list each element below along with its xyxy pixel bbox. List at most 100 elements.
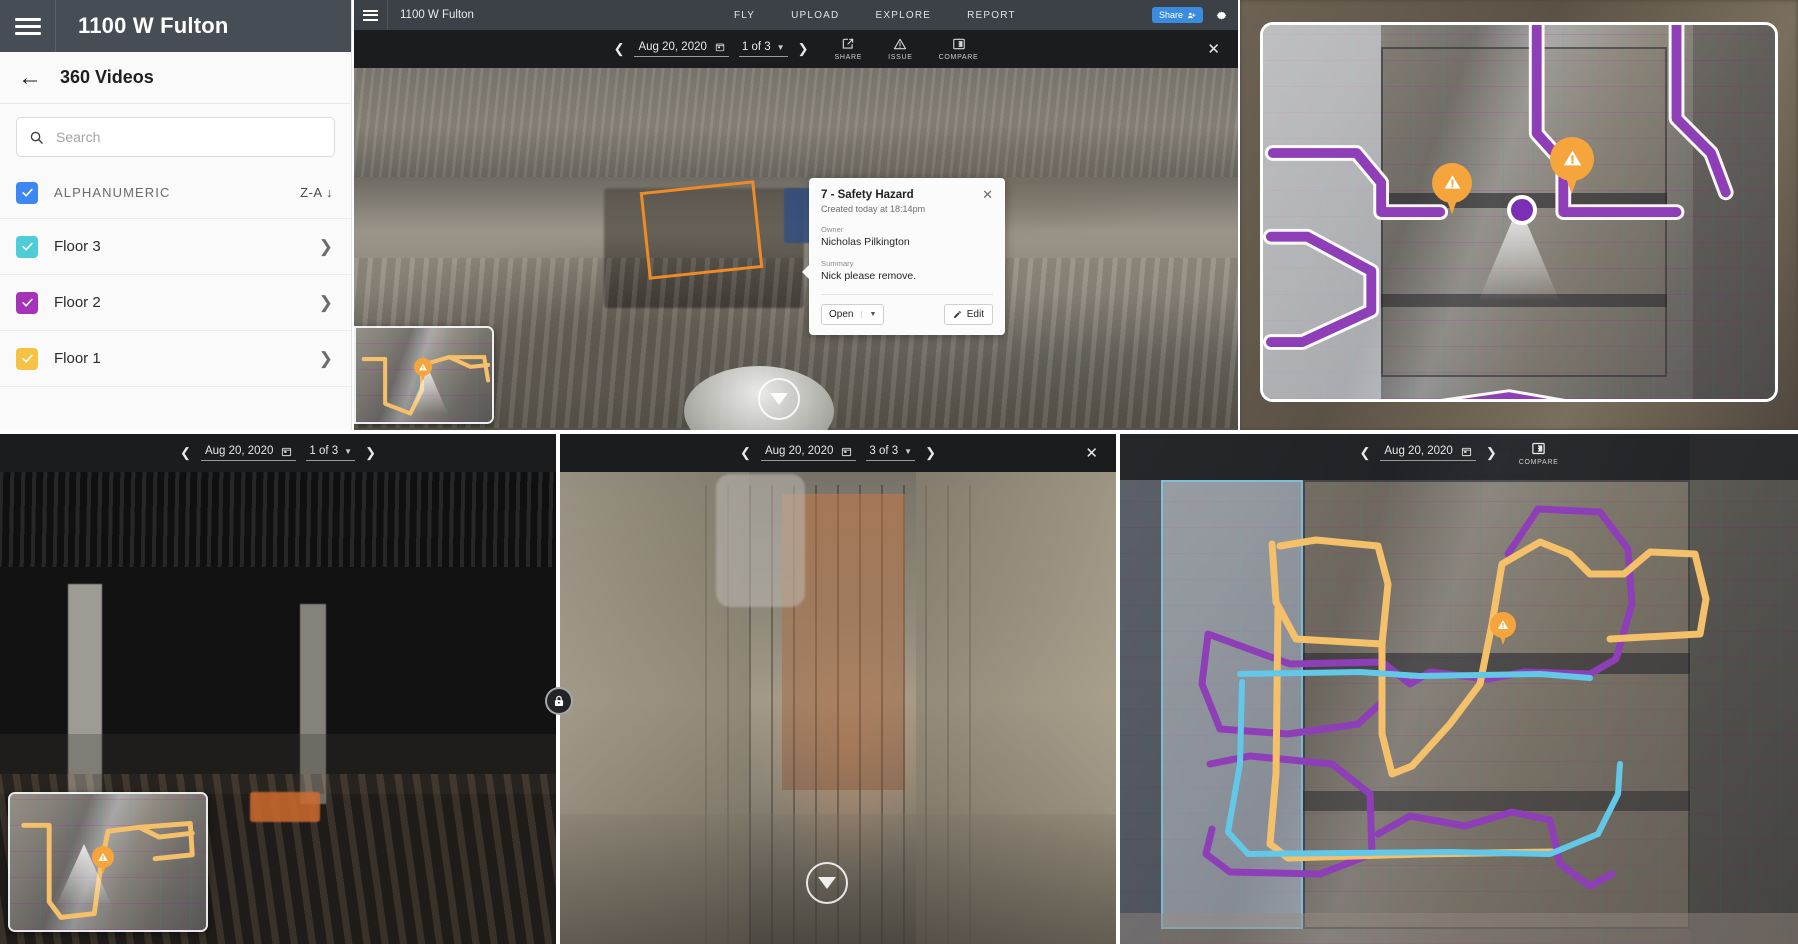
chevron-right-icon[interactable]: ❯ (798, 41, 809, 57)
page-title: 1100 W Fulton (78, 13, 229, 38)
warning-pin-icon[interactable] (414, 358, 432, 382)
warning-pin-icon[interactable] (1549, 137, 1594, 195)
hamburger-menu-icon[interactable] (354, 0, 388, 30)
date-navigator: ❮ Aug 20, 2020 1 of 3 ▼ ❯ (614, 41, 809, 57)
counter-label: 1 of 3 (309, 445, 339, 457)
chevron-right-icon[interactable]: ❯ (319, 349, 333, 369)
sort-row-alphanumeric[interactable]: ALPHANUMERIC Z-A ↓ (0, 167, 351, 219)
hamburger-menu-icon[interactable] (0, 0, 56, 52)
nav-report[interactable]: REPORT (967, 10, 1016, 21)
panorama-panel-left[interactable]: ❮ Aug 20, 2020 1 of 3 ▼ ❯ (0, 434, 556, 944)
map-card[interactable] (1260, 22, 1778, 402)
search-wrapper (0, 104, 351, 167)
date-navigator: ❮ Aug 20, 2020 3 of 3 ▼ ❯ (740, 445, 936, 461)
search-box[interactable] (16, 117, 335, 157)
share-external-icon (843, 38, 854, 49)
share-tool-button[interactable]: SHARE (835, 37, 863, 61)
minimap-thumbnail[interactable] (354, 326, 494, 424)
issue-annotation-box[interactable] (639, 180, 764, 280)
viewer-project-title: 1100 W Fulton (400, 9, 474, 21)
camera-routes (1198, 505, 1710, 890)
issue-tool-label: ISSUE (888, 54, 913, 61)
warning-pin-icon[interactable] (1490, 612, 1516, 646)
date-label: Aug 20, 2020 (638, 41, 707, 53)
viewer-topbar: 1100 W Fulton FLY UPLOAD EXPLORE REPORT … (354, 0, 1238, 30)
chevron-left-icon[interactable]: ❮ (180, 445, 191, 461)
image-counter[interactable]: 1 of 3 ▼ (738, 41, 788, 57)
chevron-right-icon[interactable]: ❯ (319, 237, 333, 257)
chevron-left-icon[interactable]: ❮ (1359, 445, 1370, 461)
sidebar-item-floor-2[interactable]: Floor 2 ❯ (0, 275, 351, 331)
compare-tool-label: COMPARE (1518, 458, 1559, 466)
warning-triangle-icon (894, 38, 907, 50)
date-picker[interactable]: Aug 20, 2020 (200, 445, 297, 461)
close-x-icon[interactable]: ✕ (982, 188, 993, 201)
site-map-panel-bottom[interactable]: ❮ Aug 20, 2020 ❯ COMPARE (1120, 434, 1798, 944)
sort-label: ALPHANUMERIC (54, 185, 171, 200)
checkbox-floor-3[interactable] (16, 235, 38, 258)
arrow-left-icon[interactable]: ← (18, 65, 42, 90)
compare-tool-button[interactable]: COMPARE (1519, 441, 1559, 466)
issue-summary-value: Nick please remove. (821, 270, 917, 282)
chevron-right-icon[interactable]: ❯ (1486, 445, 1497, 461)
issue-tool-button[interactable]: ISSUE (888, 37, 913, 61)
chevron-left-icon[interactable]: ❮ (740, 445, 751, 461)
checkbox-alphanumeric[interactable] (16, 181, 38, 204)
issue-card-header: 7 - Safety Hazard ✕ (821, 188, 993, 201)
share-button[interactable]: Share (1151, 7, 1203, 23)
sidebar-section-header: ← 360 Videos (0, 52, 351, 104)
camera-position-dot[interactable] (1506, 195, 1537, 226)
pano-duct (715, 474, 805, 607)
lock-closed-icon[interactable] (545, 687, 573, 715)
triangle-down-icon: ▼ (904, 446, 913, 456)
checkbox-floor-2[interactable] (16, 291, 38, 314)
calendar-icon (1461, 447, 1471, 456)
nav-upload[interactable]: UPLOAD (791, 10, 839, 21)
viewer-topbar-right: Share (1151, 7, 1238, 23)
minimap-thumbnail[interactable] (8, 792, 208, 932)
chevron-right-icon[interactable]: ❯ (365, 445, 376, 461)
warning-pin-icon[interactable] (1431, 163, 1472, 215)
sidebar-section-title: 360 Videos (60, 67, 154, 87)
image-counter[interactable]: 1 of 3 ▼ (306, 445, 356, 461)
date-picker[interactable]: Aug 20, 2020 (760, 445, 857, 461)
nav-down-arrow-icon[interactable] (806, 862, 848, 904)
counter-label: 3 of 3 (869, 445, 899, 457)
share-person-icon (1187, 12, 1196, 18)
panorama-left-toolbar: ❮ Aug 20, 2020 1 of 3 ▼ ❯ (0, 434, 556, 472)
date-picker[interactable]: Aug 20, 2020 (634, 41, 729, 57)
edit-button[interactable]: Edit (943, 304, 993, 325)
arrow-down-icon: ↓ (326, 185, 333, 200)
close-x-icon[interactable]: ✕ (1085, 444, 1098, 462)
nav-fly[interactable]: FLY (734, 10, 755, 21)
image-counter[interactable]: 3 of 3 ▼ (866, 445, 916, 461)
issue-owner-value: Nicholas Pilkington (821, 236, 910, 248)
chevron-right-icon[interactable]: ❯ (925, 445, 936, 461)
date-label: Aug 20, 2020 (764, 445, 834, 457)
chevron-right-icon[interactable]: ❯ (319, 293, 333, 313)
date-label: Aug 20, 2020 (204, 445, 274, 457)
date-picker[interactable]: Aug 20, 2020 (1380, 445, 1476, 461)
sidebar-panel: 1100 W Fulton ← 360 Videos ALPHANUMERIC … (0, 0, 352, 430)
sidebar-item-floor-1[interactable]: Floor 1 ❯ (0, 331, 351, 387)
panorama-stage[interactable]: 7 - Safety Hazard ✕ Created today at 18:… (354, 68, 1238, 430)
warning-pin-icon[interactable] (92, 846, 114, 875)
issue-status-dropdown[interactable]: Open ▼ (821, 304, 885, 325)
panorama-panel-middle[interactable]: ❮ Aug 20, 2020 3 of 3 ▼ ❯ ✕ (560, 434, 1116, 944)
compare-tool-button[interactable]: COMPARE (939, 37, 979, 61)
map-bottom-tools: COMPARE (1519, 441, 1559, 466)
chevron-left-icon[interactable]: ❮ (614, 41, 625, 57)
counter-label: 1 of 3 (741, 41, 771, 53)
checkbox-floor-1[interactable] (16, 347, 38, 370)
search-input[interactable] (56, 129, 322, 145)
sort-direction[interactable]: Z-A ↓ (300, 185, 333, 200)
issue-detail-card[interactable]: 7 - Safety Hazard ✕ Created today at 18:… (802, 178, 1005, 335)
date-label: Aug 20, 2020 (1384, 445, 1453, 457)
site-map-panel-top[interactable] (1240, 0, 1798, 430)
close-x-icon[interactable]: ✕ (1207, 40, 1220, 58)
date-navigator: ❮ Aug 20, 2020 1 of 3 ▼ ❯ (180, 445, 376, 461)
nav-down-arrow-icon[interactable] (758, 378, 800, 420)
nav-explore[interactable]: EXPLORE (875, 10, 931, 21)
sidebar-item-floor-3[interactable]: Floor 3 ❯ (0, 219, 351, 275)
gear-icon[interactable] (1215, 9, 1228, 22)
